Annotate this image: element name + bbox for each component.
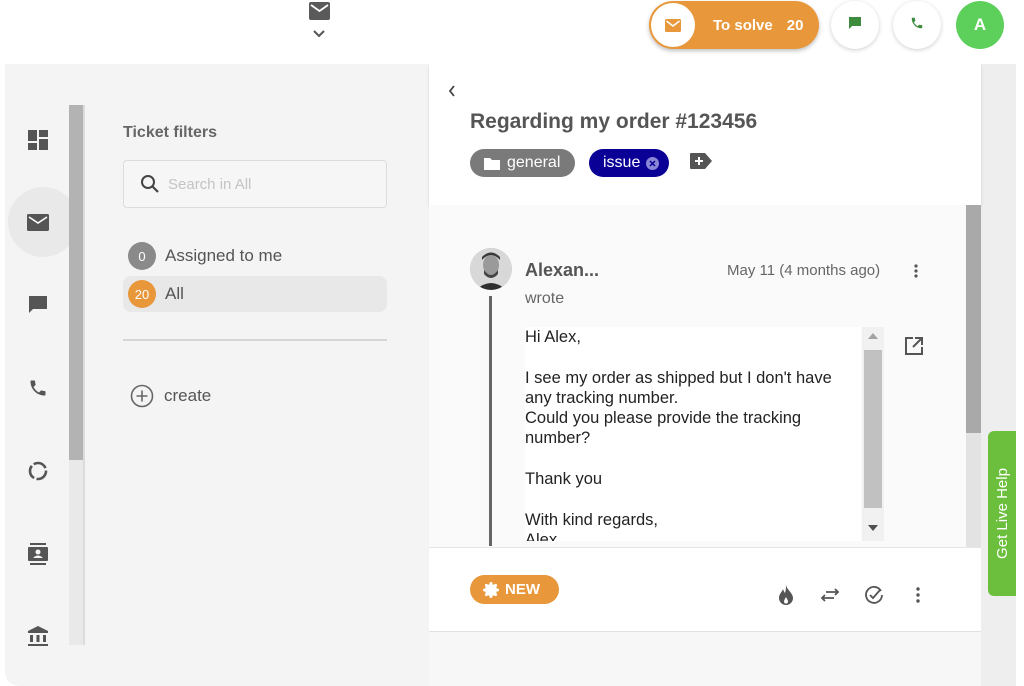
search-field[interactable] (123, 160, 387, 208)
reports-icon[interactable] (22, 455, 54, 487)
tag-label: issue (603, 154, 641, 171)
filter-assigned-to-me[interactable]: 0 Assigned to me (123, 238, 387, 274)
ticket-header (429, 64, 981, 205)
mail-icon[interactable] (22, 206, 54, 238)
dashboard-icon[interactable] (22, 124, 54, 156)
transfer-icon[interactable] (818, 583, 842, 607)
tag-label: general (507, 154, 561, 171)
to-solve-button[interactable]: To solve 20 (649, 1, 819, 49)
search-input[interactable] (168, 175, 368, 193)
status-label: NEW (505, 581, 540, 598)
tag-general[interactable]: general (470, 149, 575, 177)
phone-button[interactable] (893, 1, 941, 49)
live-help-button[interactable]: Get Live Help (988, 431, 1016, 596)
search-icon (140, 174, 160, 194)
more-vert-icon[interactable] (911, 262, 921, 280)
folder-icon (484, 157, 500, 170)
count-badge: 20 (128, 280, 156, 308)
contacts-icon[interactable] (22, 538, 54, 570)
create-filter-button[interactable]: create (130, 384, 211, 408)
tag-issue[interactable]: issue (589, 149, 669, 177)
chat-icon[interactable] (22, 289, 54, 321)
status-new-icon (483, 581, 499, 598)
reply-area (429, 632, 981, 686)
resolve-icon[interactable] (862, 583, 886, 607)
author-name[interactable]: Alexan... (525, 260, 599, 281)
message-action: wrote (525, 290, 565, 307)
phone-icon (910, 16, 924, 35)
more-vert-icon[interactable] (906, 583, 930, 607)
priority-icon[interactable] (774, 583, 798, 607)
add-tag-icon[interactable] (690, 153, 712, 169)
status-badge[interactable]: NEW (470, 575, 559, 604)
message-date: May 11 (4 months ago) (727, 262, 881, 279)
author-avatar (470, 248, 512, 290)
bank-icon[interactable] (22, 620, 54, 652)
top-bar: To solve 20 A (0, 0, 1024, 62)
user-avatar[interactable]: A (956, 1, 1004, 49)
back-icon[interactable] (447, 84, 457, 98)
filter-label: Assigned to me (165, 246, 283, 265)
create-label: create (164, 386, 212, 405)
divider (123, 339, 387, 341)
filters-title: Ticket filters (123, 124, 217, 141)
add-circle-icon (130, 384, 154, 408)
to-solve-count: 20 (786, 16, 804, 34)
thread-line (489, 296, 492, 546)
open-external-icon[interactable] (904, 336, 924, 356)
filter-all[interactable]: 20 All (123, 276, 387, 312)
chat-icon (848, 16, 862, 35)
phone-icon[interactable] (22, 372, 54, 404)
chat-button[interactable] (831, 1, 879, 49)
scroll-up-arrow[interactable] (868, 333, 878, 339)
count-badge: 0 (128, 242, 156, 270)
live-help-label: Get Live Help (993, 468, 1011, 559)
filter-label: All (165, 284, 184, 303)
scroll-down-arrow[interactable] (868, 525, 878, 531)
ticket-title: Regarding my order #123456 (470, 110, 758, 133)
remove-tag-icon[interactable] (646, 156, 660, 170)
sidebar-scrollbar-thumb[interactable] (69, 105, 83, 460)
conversation-scrollbar-thumb[interactable] (966, 205, 981, 433)
message-body: Hi Alex, I see my order as shipped but I… (525, 327, 861, 541)
message-scrollbar-thumb[interactable] (864, 350, 882, 508)
mail-icon[interactable] (309, 2, 330, 20)
chevron-down-icon[interactable] (312, 26, 326, 38)
to-solve-label: To solve (713, 16, 773, 34)
mail-icon (651, 3, 695, 47)
